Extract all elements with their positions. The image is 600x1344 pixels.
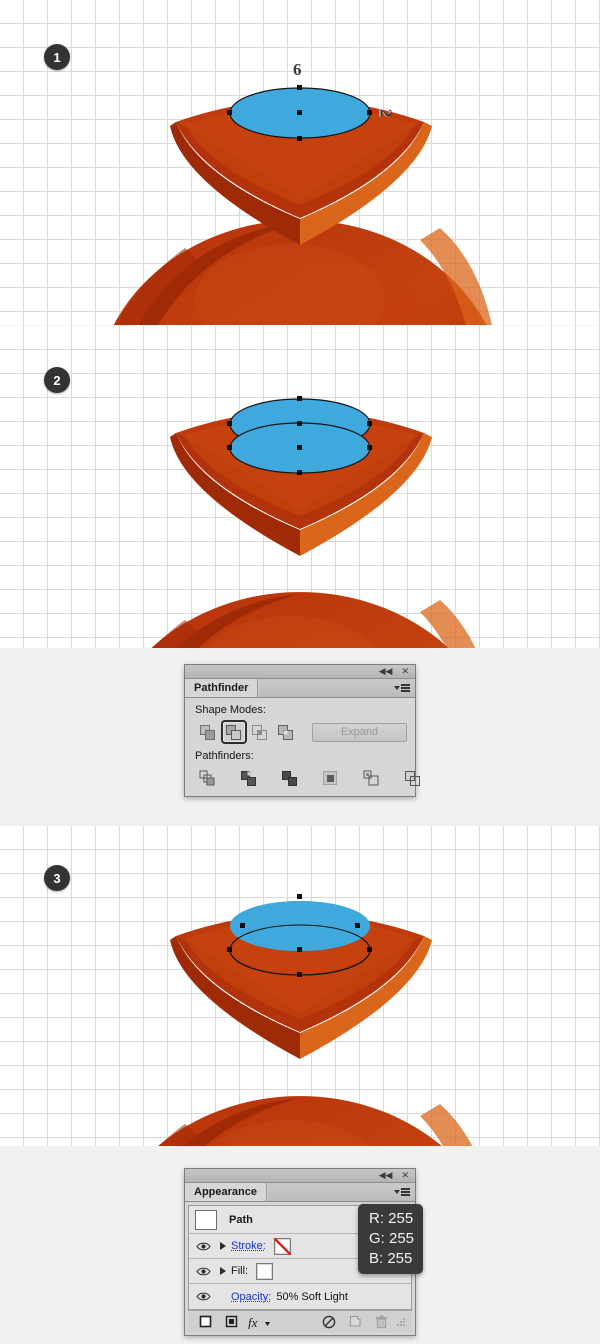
pathfinder-tabrow: Pathfinder [185, 679, 415, 698]
pathfinder-panel[interactable]: ◀◀ ✕ Pathfinder Shape Modes: Expand Path… [184, 664, 420, 797]
artwork-label-6: 6 [293, 60, 302, 79]
expand-fill-arrow-icon[interactable] [215, 1267, 231, 1275]
appearance-tabrow: Appearance [185, 1183, 415, 1202]
fill-label: Fill: [231, 1265, 249, 1277]
artwork-step-2 [0, 326, 600, 648]
opacity-label[interactable]: Opacity: [231, 1291, 271, 1303]
appearance-footer: fx [188, 1310, 412, 1332]
visibility-eye-icon[interactable] [191, 1291, 215, 1302]
tooltip-red: R: 255 [369, 1210, 414, 1227]
step-badge-3: 3 [44, 865, 70, 891]
pathfinder-trim-button[interactable] [240, 766, 257, 790]
close-icon[interactable]: ✕ [401, 1171, 409, 1180]
visibility-eye-icon[interactable] [191, 1241, 215, 1252]
visibility-eye-icon[interactable] [191, 1266, 215, 1277]
object-type-label: Path [229, 1213, 253, 1226]
resize-grip-icon[interactable] [394, 1317, 408, 1327]
expand-button[interactable]: Expand [311, 722, 407, 742]
pathfinder-minus-back-button[interactable] [404, 766, 421, 790]
tooltip-green: G: 255 [369, 1229, 415, 1247]
add-new-stroke-icon[interactable] [192, 1315, 218, 1328]
pathfinders-label: Pathfinders: [195, 750, 254, 762]
svg-text:fx: fx [248, 1315, 258, 1329]
shape-mode-minus-front-button[interactable] [220, 720, 247, 744]
panel-menu-icon[interactable] [394, 1188, 410, 1196]
expand-stroke-arrow-icon[interactable] [215, 1242, 231, 1250]
shape-mode-exclude-button[interactable] [272, 720, 298, 744]
collapse-icon[interactable]: ◀◀ [379, 667, 393, 676]
shape-modes-label: Shape Modes: [195, 704, 266, 716]
appearance-row-opacity[interactable]: Opacity: 50% Soft Light [189, 1284, 411, 1309]
pathfinder-merge-button[interactable] [281, 766, 298, 790]
panel-menu-area [266, 1183, 415, 1201]
pathfinder-titlebar[interactable]: ◀◀ ✕ [185, 665, 415, 679]
step-badge-2: 2 [44, 367, 70, 393]
shape-mode-unite-button[interactable] [195, 720, 221, 744]
shape-mode-intersect-button[interactable] [247, 720, 273, 744]
pathfinder-body: Shape Modes: Expand Pathfinders: [185, 698, 420, 796]
stroke-label[interactable]: Stroke: [231, 1240, 266, 1252]
step-badge-1: 1 [44, 44, 70, 70]
artwork-label-2: 2 [376, 108, 396, 118]
stroke-swatch-none[interactable] [273, 1237, 291, 1255]
add-new-fill-icon[interactable] [218, 1315, 244, 1328]
tab-appearance[interactable]: Appearance [185, 1183, 267, 1201]
close-icon[interactable]: ✕ [401, 667, 409, 676]
clear-appearance-icon[interactable] [316, 1315, 342, 1329]
collapse-icon[interactable]: ◀◀ [379, 1171, 393, 1180]
tab-pathfinder[interactable]: Pathfinder [185, 679, 259, 697]
object-thumbnail [195, 1209, 217, 1230]
canvas-step-2: 2 [0, 326, 600, 648]
panel-menu-area [258, 679, 415, 697]
tooltip-blue: B: 255 [369, 1249, 413, 1267]
rgb-tooltip: R: 255 G: 255 B: 255 [358, 1204, 424, 1275]
page-root: 6 2 1 2 ◀◀ ✕ Pathfinder Shape Modes: Exp… [0, 0, 600, 1344]
panel-menu-icon[interactable] [394, 684, 410, 692]
pathfinder-divide-button[interactable] [199, 766, 216, 790]
duplicate-item-icon[interactable] [342, 1315, 368, 1328]
artwork-step-1 [0, 0, 600, 325]
opacity-value: 50% Soft Light [276, 1290, 348, 1303]
pathfinder-outline-button[interactable] [363, 766, 380, 790]
pathfinders-row [195, 766, 420, 790]
pathfinder-crop-button[interactable] [322, 766, 339, 790]
shape-modes-row: Expand [195, 720, 407, 744]
add-new-effect-icon[interactable]: fx [244, 1315, 274, 1329]
artwork-step-3 [0, 826, 600, 1146]
canvas-step-3: 3 [0, 826, 600, 1146]
appearance-titlebar[interactable]: ◀◀ ✕ [185, 1169, 415, 1183]
delete-item-icon[interactable] [368, 1315, 394, 1329]
canvas-step-1: 6 2 1 [0, 0, 600, 325]
fill-swatch-white[interactable] [256, 1262, 274, 1280]
